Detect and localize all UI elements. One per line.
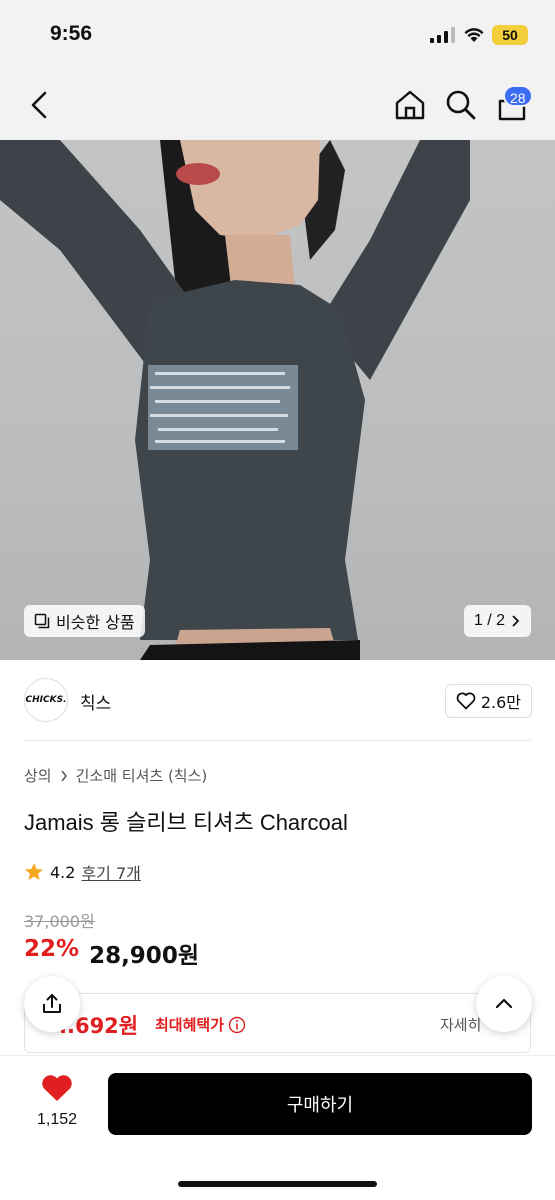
store-name[interactable]: 칙스 (80, 689, 111, 714)
battery-indicator: 50 (492, 25, 528, 45)
store-like-count: 2.6만 (480, 693, 521, 712)
benefit-detail-link[interactable]: 자세히 (440, 1014, 481, 1035)
back-arrow-icon[interactable] (22, 87, 58, 123)
search-icon[interactable] (443, 87, 479, 123)
image-page-text: 1 / 2 (473, 612, 505, 629)
similar-items-icon (34, 613, 50, 629)
status-time: 9:56 (50, 22, 93, 45)
top-nav (0, 70, 555, 140)
info-icon[interactable] (228, 1016, 246, 1034)
discount-rate: 22% (24, 936, 80, 962)
wish-count: 1,152 (36, 1111, 78, 1128)
model-photo (0, 140, 470, 660)
chevron-up-icon (495, 998, 513, 1009)
breadcrumb: 상의 긴소매 티셔츠 (칙스) (24, 765, 207, 786)
breadcrumb-subcategory[interactable]: 긴소매 티셔츠 (칙스) (76, 765, 208, 786)
review-count-link[interactable]: 후기 7개 (81, 860, 140, 884)
product-title: Jamais 롱 슬리브 티셔츠 Charcoal (24, 810, 348, 835)
similar-products-button[interactable]: 비슷한 상품 (24, 605, 145, 637)
benefit-label-text: 최대혜택가 (155, 1016, 225, 1034)
max-benefit-box[interactable]: ..692원 최대혜택가 자세히 (24, 993, 531, 1053)
sale-price: 28,900원 (89, 943, 199, 969)
product-image[interactable] (0, 140, 555, 660)
breadcrumb-chevron-icon (61, 770, 67, 781)
image-page-indicator[interactable]: 1 / 2 (463, 605, 531, 637)
similar-products-label: 비슷한 상품 (56, 613, 135, 632)
store-logo[interactable]: CHICKS. (24, 678, 68, 722)
store-like-button[interactable]: 2.6만 (444, 684, 532, 718)
price-row: 22% 28,900원 (24, 936, 199, 970)
benefit-label: 최대혜택가 (155, 1014, 246, 1035)
rating-row: 4.2 후기 7개 (24, 860, 141, 884)
wish-button[interactable]: 1,152 (24, 1073, 90, 1129)
signal-icon (430, 27, 455, 43)
cart-count-badge: 28 (503, 85, 533, 107)
heart-filled-icon (42, 1075, 72, 1101)
original-price: 37,000원 (24, 912, 95, 931)
home-indicator (178, 1181, 377, 1187)
store-row[interactable]: CHICKS. 칙스 2.6만 (0, 660, 555, 740)
star-icon (25, 863, 43, 880)
share-icon (43, 994, 61, 1013)
heart-outline-icon (456, 692, 476, 710)
share-button[interactable] (24, 976, 80, 1032)
home-icon[interactable] (392, 87, 428, 123)
breadcrumb-category[interactable]: 상의 (24, 765, 52, 786)
chevron-right-icon (512, 615, 520, 627)
divider (24, 740, 531, 741)
wifi-icon (464, 28, 484, 42)
scroll-top-button[interactable] (476, 976, 532, 1032)
rating-value: 4.2 (50, 862, 76, 882)
buy-button[interactable]: 구매하기 (108, 1073, 532, 1135)
bottom-action-bar: 1,152 구매하기 (0, 1055, 555, 1200)
status-bar: 9:56 50 (0, 0, 555, 70)
